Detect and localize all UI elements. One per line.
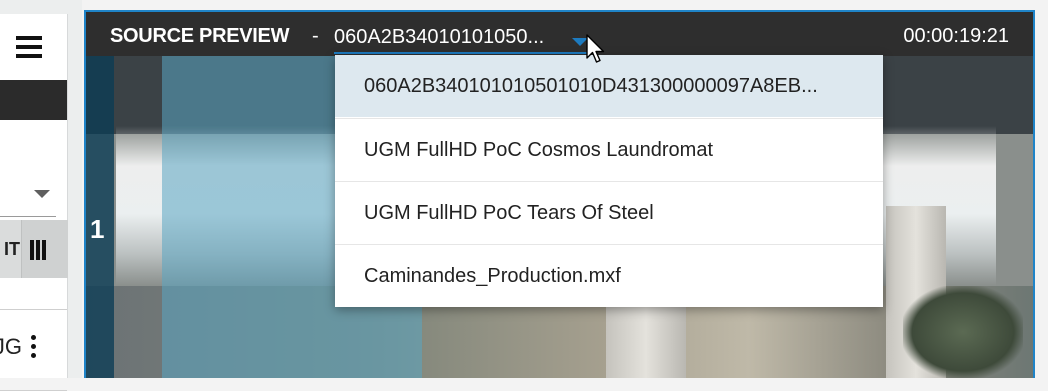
left-panel-text-button[interactable]: IT [0, 220, 20, 278]
dropdown-option[interactable]: UGM FullHD PoC Tears Of Steel [335, 181, 883, 243]
columns-icon[interactable] [21, 220, 68, 278]
title-separator: - [312, 25, 319, 47]
divider [0, 309, 67, 310]
timecode: 00:00:19:21 [903, 25, 1009, 47]
chevron-down-icon [34, 190, 50, 198]
video-tree [903, 286, 1023, 378]
mouse-pointer-icon [586, 34, 605, 63]
left-panel-content: IT JG [0, 14, 68, 391]
preview-header: SOURCE PREVIEW - 060A2B34010101050... 00… [86, 12, 1033, 56]
left-panel-button-row: IT [0, 220, 68, 278]
dropdown-option[interactable]: Caminandes_Production.mxf [335, 244, 883, 306]
dropdown-option[interactable]: UGM FullHD PoC Cosmos Laundromat [335, 118, 883, 180]
left-panel-header-strip [0, 80, 67, 120]
left-panel-select[interactable] [0, 164, 56, 217]
source-dropdown-menu: 060A2B340101010501010D431300000097A8EB..… [335, 55, 883, 307]
left-panel: IT JG [0, 0, 82, 391]
source-select[interactable]: 060A2B34010101050... [334, 18, 592, 54]
source-select-value: 060A2B34010101050... [334, 26, 545, 48]
dropdown-option[interactable]: 060A2B340101010501010D431300000097A8EB..… [335, 55, 883, 117]
menu-icon[interactable] [16, 36, 42, 58]
more-vertical-icon[interactable] [28, 332, 38, 362]
left-panel-item-label[interactable]: JG [0, 332, 22, 362]
panel-title: SOURCE PREVIEW [110, 25, 290, 47]
track-number: 1 [90, 214, 105, 244]
